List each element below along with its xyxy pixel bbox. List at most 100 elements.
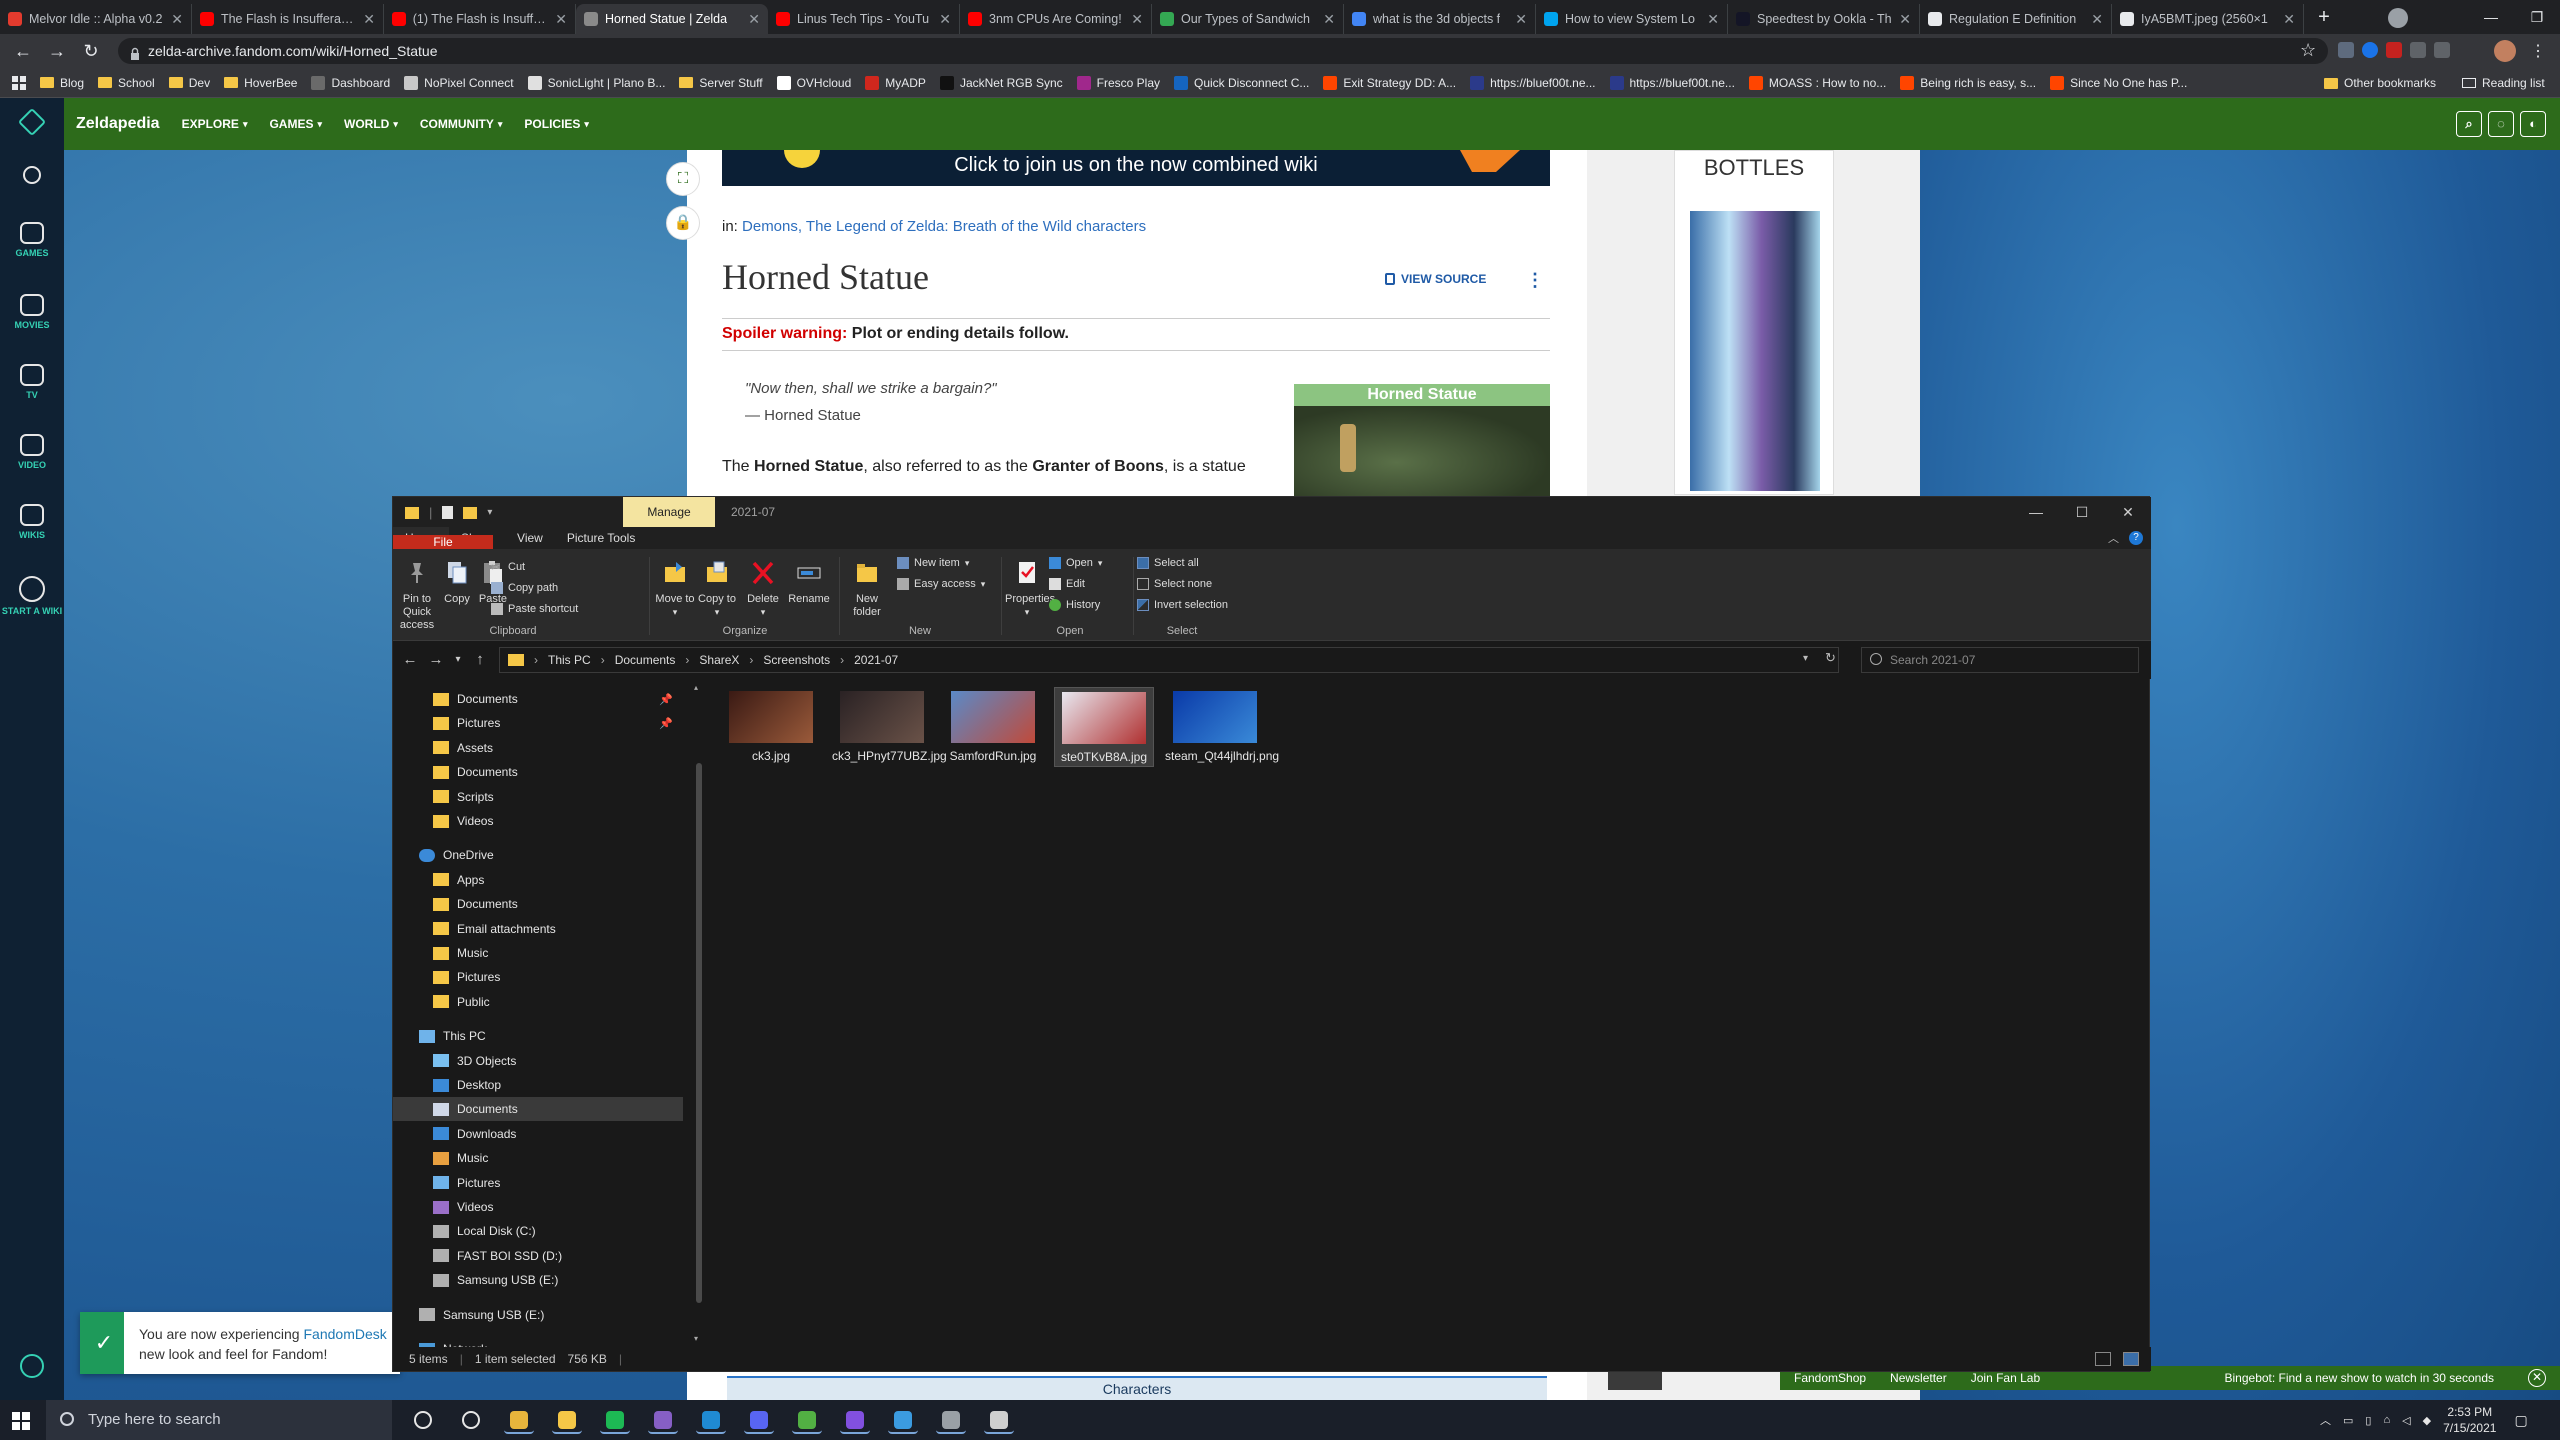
nav-item[interactable]: Pictures xyxy=(393,1171,683,1195)
discussions-icon[interactable]: ◌ xyxy=(2488,111,2514,137)
reading-list[interactable]: Reading list xyxy=(2462,76,2545,90)
taskbar-search-input[interactable]: Type here to search xyxy=(46,1400,392,1440)
bookmark-item[interactable]: OVHcloud xyxy=(776,75,851,90)
nav-item[interactable]: Videos xyxy=(393,809,683,833)
extension-icon[interactable] xyxy=(2338,42,2354,58)
github-icon[interactable] xyxy=(840,1406,870,1434)
view-source-button[interactable]: VIEW SOURCE xyxy=(1385,272,1486,286)
bookmark-item[interactable]: Fresco Play xyxy=(1076,75,1160,90)
forward-button[interactable]: → xyxy=(425,649,447,671)
nav-item[interactable]: Documents 📌 xyxy=(393,687,683,711)
close-icon[interactable]: ✕ xyxy=(555,11,567,28)
lock-icon[interactable]: 🔒 xyxy=(666,206,700,240)
chevron-up-icon[interactable]: ▴ xyxy=(694,683,698,692)
spotify-icon[interactable] xyxy=(600,1406,630,1434)
windows-start-icon[interactable] xyxy=(12,1412,30,1430)
file-explorer-icon[interactable] xyxy=(552,1406,582,1434)
extension-icon[interactable] xyxy=(2386,42,2402,58)
bookmark-item[interactable]: MOASS : How to no... xyxy=(1748,75,1886,90)
nav-item[interactable]: Assets xyxy=(393,736,683,760)
nav-item[interactable]: Samsung USB (E:) xyxy=(393,1268,683,1292)
bookmark-item[interactable]: Quick Disconnect C... xyxy=(1174,75,1309,90)
dark-mode-icon[interactable]: ◐ xyxy=(2520,111,2546,137)
browser-tab[interactable]: Linus Tech Tips - YouTu ✕ xyxy=(768,4,960,34)
avatar-icon[interactable] xyxy=(20,1354,44,1378)
close-icon[interactable]: ✕ xyxy=(2528,1369,2546,1387)
manage-tab[interactable]: Manage xyxy=(623,497,715,527)
nav-item[interactable]: Music xyxy=(393,1146,683,1170)
cut-button[interactable]: ✂ Cut xyxy=(491,561,525,574)
new-item-button[interactable]: New item ▾ xyxy=(897,557,969,569)
fandom-heart-rail-button[interactable] xyxy=(0,107,64,137)
file-item[interactable]: ck3_HPnyt77UBZ.jpg xyxy=(832,687,947,763)
fan-lab-link[interactable]: Join Fan Lab xyxy=(1971,1371,2040,1385)
paste-shortcut-button[interactable]: Paste shortcut xyxy=(491,603,578,615)
close-icon[interactable]: ✕ xyxy=(363,11,375,28)
wiki-nav-world[interactable]: WORLD ▾ xyxy=(344,117,398,131)
file-item[interactable]: steam_Qt44jlhdrj.png xyxy=(1165,687,1279,763)
fandomshop-link[interactable]: FandomShop xyxy=(1794,1371,1866,1385)
close-icon[interactable]: ✕ xyxy=(939,11,951,28)
bookmark-item[interactable]: School xyxy=(98,76,155,90)
nav-scrollbar[interactable]: ▴ ▾ xyxy=(693,683,705,1343)
bookmark-item[interactable]: Server Stuff xyxy=(679,76,763,90)
task-view-icon[interactable] xyxy=(456,1406,486,1434)
invert-selection-button[interactable]: Invert selection xyxy=(1137,599,1228,611)
chevron-right-icon[interactable]: › xyxy=(601,653,605,667)
close-button[interactable]: ✕ xyxy=(2105,497,2151,527)
nav-item[interactable]: Documents xyxy=(393,1097,683,1122)
bookmark-item[interactable]: Exit Strategy DD: A... xyxy=(1323,75,1456,90)
new-folder-button[interactable]: New folder xyxy=(845,559,889,619)
copy-path-button[interactable]: Copy path xyxy=(491,582,558,594)
advertisement[interactable]: BOTTLES xyxy=(1674,150,1834,495)
bookmark-item[interactable]: Being rich is easy, s... xyxy=(1900,75,2036,90)
drive-tray-icon[interactable]: ▭ xyxy=(2343,1414,2353,1427)
maximize-button[interactable]: ☐ xyxy=(2059,497,2105,527)
category-links[interactable]: Demons, The Legend of Zelda: Breath of t… xyxy=(742,218,1146,235)
edit-button[interactable]: Edit xyxy=(1049,578,1085,590)
new-folder-icon[interactable] xyxy=(463,506,478,519)
minimize-button[interactable]: — xyxy=(2468,0,2514,34)
bookmark-star-icon[interactable]: ☆ xyxy=(2300,40,2316,61)
join-wiki-banner[interactable]: Click to join us on the now combined wik… xyxy=(722,150,1550,186)
nav-item[interactable]: OneDrive xyxy=(393,843,683,867)
wiki-nav-games[interactable]: GAMES ▾ xyxy=(269,117,322,131)
wiki-nav-explore[interactable]: EXPLORE ▾ xyxy=(182,117,248,131)
help-icon[interactable]: ? xyxy=(2129,531,2143,545)
menu-icon[interactable]: ⋮ xyxy=(2530,41,2546,61)
nav-item[interactable]: Downloads xyxy=(393,1122,683,1146)
bookmark-item[interactable]: Blog xyxy=(40,76,84,90)
close-icon[interactable]: ✕ xyxy=(1515,11,1527,28)
chevron-down-icon[interactable]: ▾ xyxy=(694,1334,698,1343)
infobox-image[interactable] xyxy=(1294,406,1550,500)
browser-tab[interactable]: How to view System Lo ✕ xyxy=(1536,4,1728,34)
visual-studio-icon[interactable] xyxy=(648,1406,678,1434)
chevron-down-icon[interactable]: ▾ xyxy=(487,507,492,518)
search-rail-button[interactable] xyxy=(0,166,64,188)
chevron-up-icon[interactable]: ︿ xyxy=(2108,530,2119,546)
cortana-icon[interactable] xyxy=(408,1406,438,1434)
fandom-toast[interactable]: ✓ You are now experiencing FandomDesk ne… xyxy=(80,1312,400,1374)
nav-item[interactable]: FAST BOI SSD (D:) xyxy=(393,1244,683,1268)
gamepad-rail-button[interactable]: GAMES xyxy=(0,222,64,258)
wiki-name[interactable]: Zeldapedia xyxy=(76,115,160,133)
browser-tab[interactable]: Horned Statue | Zelda ✕ xyxy=(576,4,768,34)
browser-tab[interactable]: Melvor Idle :: Alpha v0.2 ✕ xyxy=(0,4,192,34)
tab-view[interactable]: View xyxy=(505,527,555,549)
large-icons-view-icon[interactable] xyxy=(2123,1352,2139,1366)
reload-button[interactable]: ↻ xyxy=(76,36,106,66)
pin-quick-access-button[interactable]: Pin to Quick access xyxy=(397,559,437,632)
forward-button[interactable]: → xyxy=(42,36,72,66)
rename-button[interactable]: Rename xyxy=(787,559,831,606)
network-tray-icon[interactable]: ⌂ xyxy=(2383,1414,2390,1426)
properties-button[interactable]: Properties ▾ xyxy=(1005,559,1055,619)
bookmark-item[interactable]: Dev xyxy=(168,76,210,90)
browser-tab[interactable]: IyA5BMT.jpeg (2560×1 ✕ xyxy=(2112,4,2304,34)
address-history-icon[interactable]: ▾ xyxy=(1803,653,1808,664)
chrome-icon[interactable] xyxy=(504,1406,534,1434)
fullscreen-icon[interactable]: ⛶ xyxy=(666,162,700,196)
browser-tab[interactable]: (1) The Flash is Insuffera ✕ xyxy=(384,4,576,34)
recent-locations-button[interactable]: ▾ xyxy=(447,649,469,671)
delete-button[interactable]: Delete ▾ xyxy=(743,559,783,619)
browser-tab[interactable]: Regulation E Definition ✕ xyxy=(1920,4,2112,34)
